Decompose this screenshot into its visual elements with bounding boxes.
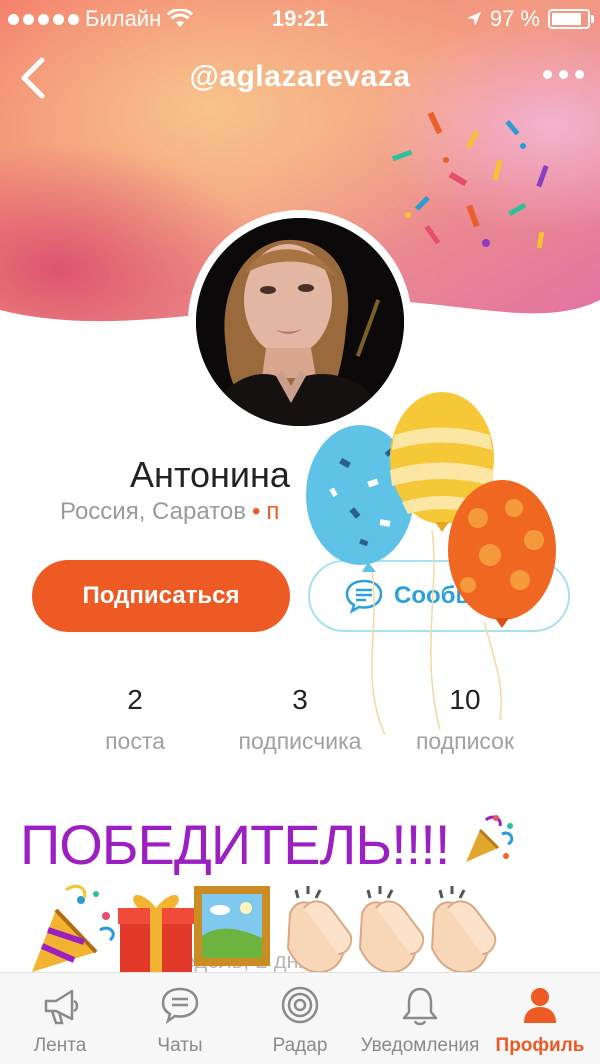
tab-label: Уведомления — [360, 1035, 480, 1056]
megaphone-icon — [44, 989, 79, 1025]
stat-following[interactable]: 10 подписок — [375, 684, 555, 755]
stat-posts[interactable]: 2 поста — [45, 684, 225, 755]
party-popper-icon — [32, 884, 115, 972]
tab-label: Профиль — [495, 1035, 585, 1056]
bell-icon — [402, 987, 438, 1026]
stat-label: поста — [105, 728, 165, 754]
emoji-row — [32, 884, 497, 976]
tab-label: Радар — [272, 1035, 328, 1056]
clapping-hands-icon — [286, 886, 353, 974]
profile-username: @aglazarevaza — [189, 60, 411, 93]
stat-value: 10 — [449, 684, 481, 715]
location-arrow-icon — [466, 12, 481, 26]
stat-label: подписок — [415, 728, 515, 754]
tab-notifications[interactable]: Уведомления — [360, 973, 480, 1064]
post-title: ПОБЕДИТЕЛЬ!!!! — [20, 813, 450, 876]
tab-chats[interactable]: Чаты — [120, 973, 240, 1064]
battery-icon — [548, 9, 594, 29]
clapping-hands-icon — [358, 886, 425, 974]
online-status: п — [266, 498, 280, 525]
stat-label: подписчика — [238, 728, 362, 754]
profile-name: Антонина — [130, 454, 290, 495]
tab-profile[interactable]: Профиль — [480, 973, 600, 1064]
status-bar: Билайн 19:21 97 % — [0, 0, 600, 40]
separator-dot: • — [251, 498, 261, 525]
tab-feed[interactable]: Лента — [0, 973, 120, 1064]
person-icon — [524, 988, 556, 1023]
location-text: Россия, Саратов — [60, 498, 246, 525]
profile-location: Россия, Саратов • п — [60, 498, 279, 526]
battery-percent: 97 % — [489, 6, 540, 31]
tab-radar[interactable]: Радар — [240, 973, 360, 1064]
radar-icon — [281, 986, 319, 1024]
chat-bubble-icon — [161, 987, 199, 1025]
chat-bubble-icon — [345, 579, 383, 614]
stat-value: 2 — [127, 684, 143, 715]
stat-value: 3 — [292, 684, 308, 715]
battery-level — [552, 13, 582, 25]
stat-followers[interactable]: 3 подписчика — [210, 684, 390, 755]
tab-label: Лента — [33, 1035, 87, 1056]
gift-icon — [118, 894, 194, 976]
subscribe-button[interactable]: Подписаться — [32, 560, 290, 632]
party-popper-icon — [466, 815, 514, 862]
framed-picture-icon — [194, 886, 270, 966]
more-options-icon[interactable] — [543, 70, 584, 79]
message-button[interactable]: Сообщение — [308, 560, 570, 632]
tab-bar: Лента Чаты Радар Уведомления Профиль — [0, 972, 600, 1064]
clapping-hands-icon — [430, 886, 497, 974]
tab-label: Чаты — [157, 1035, 203, 1056]
avatar[interactable] — [196, 218, 404, 426]
message-button-label: Сообщение — [394, 582, 532, 609]
